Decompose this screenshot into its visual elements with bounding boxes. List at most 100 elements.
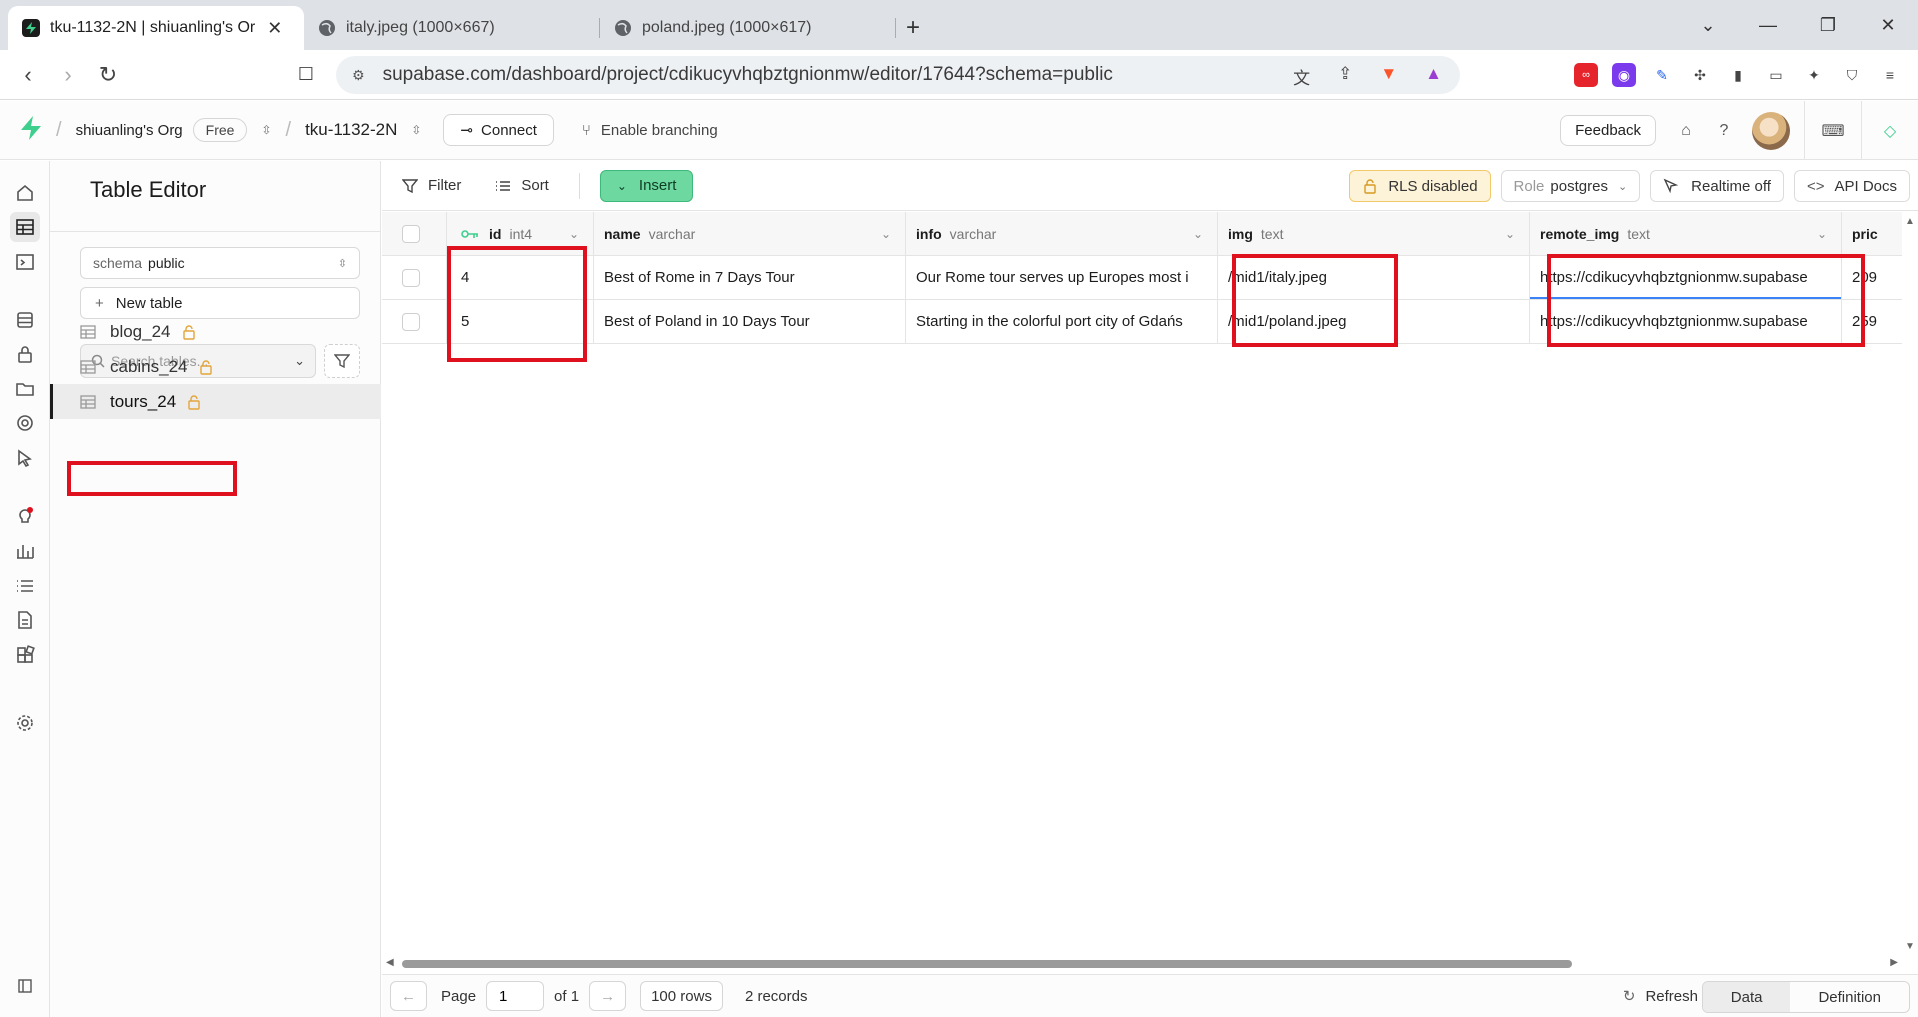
forward-icon[interactable]: ›	[48, 62, 88, 88]
realtime-icon[interactable]	[10, 408, 40, 438]
chevron-down-icon[interactable]: ⌄	[1817, 227, 1827, 241]
url-field[interactable]: ⚙ supabase.com/dashboard/project/cdikucy…	[336, 56, 1460, 94]
select-all-checkbox[interactable]	[402, 224, 420, 243]
extension-mask-icon[interactable]: ◉	[1612, 63, 1636, 87]
table-row[interactable]: 5 Best of Poland in 10 Days Tour Startin…	[382, 300, 1902, 344]
auth-icon[interactable]	[10, 339, 40, 369]
tab-data[interactable]: Data	[1702, 982, 1791, 1012]
browser-tab-italy[interactable]: italy.jpeg (1000×667)	[304, 6, 600, 50]
edge-functions-icon[interactable]	[10, 443, 40, 473]
chevron-down-icon[interactable]: ⌄	[1505, 227, 1515, 241]
sort-button[interactable]: Sort	[495, 177, 549, 194]
column-header-remote-img[interactable]: remote_img text ⌄	[1530, 212, 1842, 256]
table-editor-icon[interactable]	[10, 212, 40, 242]
chevron-down-icon[interactable]: ⌄	[1193, 227, 1203, 241]
horizontal-scroll-thumb[interactable]	[402, 960, 1572, 968]
restore-icon[interactable]: ❐	[1798, 15, 1858, 36]
chevron-down-icon[interactable]: ⌄	[881, 227, 891, 241]
assistant-icon[interactable]: ◇	[1876, 121, 1904, 141]
extensions-puzzle-icon[interactable]: ✣	[1688, 63, 1712, 87]
sidebar-toggle-icon[interactable]: ▮	[1726, 63, 1750, 87]
api-docs-button[interactable]: <> API Docs	[1793, 170, 1910, 202]
cell-img[interactable]: /mid1/italy.jpeg	[1218, 256, 1530, 300]
cell-name[interactable]: Best of Poland in 10 Days Tour	[594, 300, 906, 344]
supabase-logo-icon[interactable]	[20, 116, 42, 144]
tab-search-icon[interactable]: ⌄	[1678, 15, 1738, 36]
reports-icon[interactable]	[10, 536, 40, 566]
column-header-info[interactable]: info varchar ⌄	[906, 212, 1218, 256]
avatar[interactable]	[1752, 111, 1790, 150]
api-docs-icon[interactable]	[10, 605, 40, 635]
horizontal-scrollbar[interactable]: ◀ ▶	[382, 956, 1902, 972]
table-item-blog[interactable]: blog_24	[50, 314, 381, 349]
advisors-icon[interactable]	[10, 501, 40, 531]
cell-info[interactable]: Starting in the colorful port city of Gd…	[906, 300, 1218, 344]
share-icon[interactable]: ⇪	[1338, 64, 1352, 89]
rls-disabled-button[interactable]: RLS disabled	[1349, 170, 1491, 202]
translate-icon[interactable]: 文	[1293, 64, 1310, 89]
scroll-up-icon[interactable]: ▲	[1905, 216, 1915, 227]
org-name[interactable]: shiuanling's Org	[76, 122, 183, 139]
scroll-down-icon[interactable]: ▼	[1905, 941, 1915, 952]
help-icon[interactable]: ?	[1710, 122, 1738, 140]
sql-terminal-icon[interactable]: ⌨	[1819, 121, 1847, 141]
extension-feather-icon[interactable]: ✎	[1650, 63, 1674, 87]
cell-remote-img[interactable]: https://cdikucyvhqbztgnionmw.supabase	[1530, 256, 1842, 300]
brave-shield-icon[interactable]: ▼	[1380, 64, 1397, 89]
project-switch-icon[interactable]: ⇳	[411, 123, 421, 137]
minimize-icon[interactable]: —	[1738, 15, 1798, 36]
vertical-scrollbar[interactable]: ▲ ▼	[1902, 212, 1918, 956]
filter-button[interactable]: Filter	[402, 177, 461, 194]
storage-icon[interactable]	[10, 374, 40, 404]
extension-red-icon[interactable]: ∞	[1574, 63, 1598, 87]
table-row[interactable]: 4 Best of Rome in 7 Days Tour Our Rome t…	[382, 256, 1902, 300]
next-page-button[interactable]: →	[589, 981, 627, 1011]
integrations-icon[interactable]	[10, 640, 40, 670]
column-header-price[interactable]: pric	[1842, 212, 1902, 256]
scroll-left-icon[interactable]: ◀	[386, 957, 394, 968]
column-header-img[interactable]: img text ⌄	[1218, 212, 1530, 256]
cell-img[interactable]: /mid1/poland.jpeg	[1218, 300, 1530, 344]
new-tab-icon[interactable]: +	[906, 6, 920, 50]
connect-button[interactable]: ⊸ Connect	[443, 114, 554, 146]
settings-icon[interactable]	[10, 708, 40, 738]
leo-ai-icon[interactable]: ✦	[1802, 63, 1826, 87]
menu-icon[interactable]: ≡	[1878, 63, 1902, 87]
reload-icon[interactable]: ↻	[88, 62, 128, 88]
close-tab-icon[interactable]: ✕	[267, 18, 282, 39]
brave-rewards-icon[interactable]: ▲	[1425, 64, 1442, 89]
wallet-icon[interactable]: ▭	[1764, 63, 1788, 87]
bookmark-icon[interactable]: ☐	[286, 64, 326, 85]
project-name[interactable]: tku-1132-2N	[305, 120, 397, 140]
cell-remote-img[interactable]: https://cdikucyvhqbztgnionmw.supabase	[1530, 300, 1842, 344]
feedback-button[interactable]: Feedback	[1560, 115, 1656, 146]
table-item-tours[interactable]: tours_24	[50, 384, 381, 419]
column-header-name[interactable]: name varchar ⌄	[594, 212, 906, 256]
rows-per-page-button[interactable]: 100 rows	[640, 981, 723, 1011]
cell-price[interactable]: 209	[1842, 256, 1902, 300]
schema-select[interactable]: schema public ⇳	[80, 247, 360, 279]
browser-tab-poland[interactable]: poland.jpeg (1000×617)	[600, 6, 896, 50]
cell-info[interactable]: Our Rome tour serves up Europes most i	[906, 256, 1218, 300]
database-icon[interactable]	[10, 305, 40, 335]
enable-branching-button[interactable]: ⑂ Enable branching	[582, 122, 718, 139]
org-switch-icon[interactable]: ⇳	[261, 123, 271, 137]
browser-tab-supabase[interactable]: tku-1132-2N | shiuanling's Or ✕	[8, 6, 304, 50]
table-item-cabins[interactable]: cabins_24	[50, 349, 381, 384]
sql-editor-icon[interactable]	[10, 247, 40, 277]
scroll-right-icon[interactable]: ▶	[1890, 957, 1898, 968]
close-window-icon[interactable]: ✕	[1858, 15, 1918, 36]
role-select[interactable]: Role postgres ⌄	[1500, 170, 1641, 202]
cell-id[interactable]: 4	[447, 256, 594, 300]
refresh-button[interactable]: ↻ Refresh	[1623, 987, 1698, 1006]
column-header-id[interactable]: id int4 ⌄	[447, 212, 594, 256]
cell-name[interactable]: Best of Rome in 7 Days Tour	[594, 256, 906, 300]
row-checkbox[interactable]	[402, 268, 420, 287]
home-icon[interactable]	[10, 178, 40, 208]
site-info-icon[interactable]: ⚙	[352, 67, 365, 84]
logs-icon[interactable]	[10, 571, 40, 601]
back-icon[interactable]: ‹	[8, 62, 48, 88]
insert-button[interactable]: ⌄ Insert	[599, 169, 694, 202]
chevron-down-icon[interactable]: ⌄	[569, 227, 579, 241]
cell-price[interactable]: 259	[1842, 300, 1902, 344]
